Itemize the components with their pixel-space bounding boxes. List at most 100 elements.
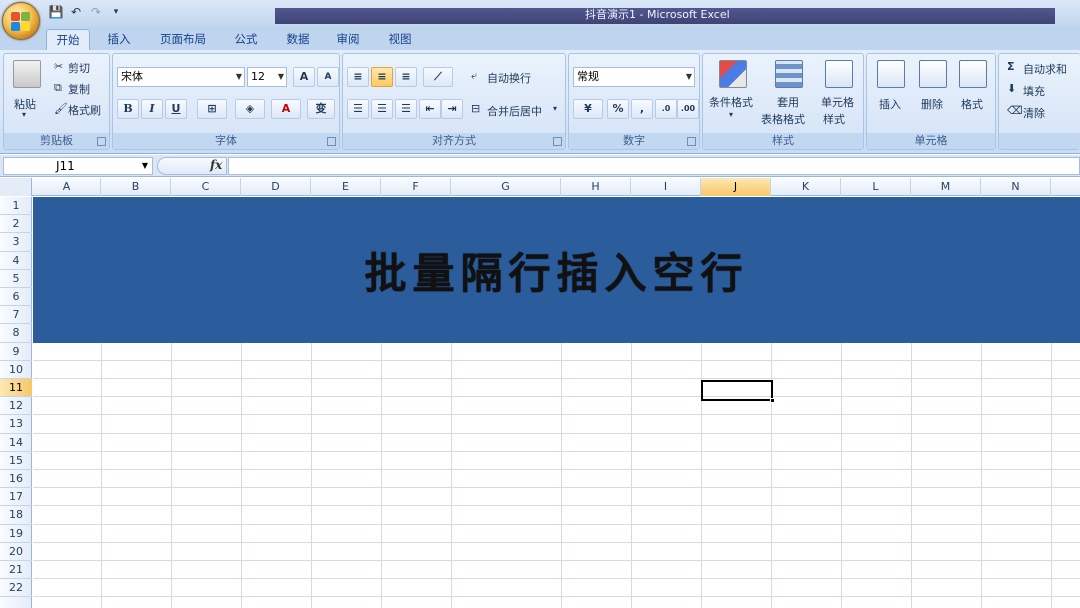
clear-button[interactable]: 清除 <box>1023 105 1045 121</box>
row-header-14[interactable]: 14 <box>0 434 32 452</box>
comma-button[interactable]: , <box>631 99 653 119</box>
tab-insert[interactable]: 插入 <box>100 29 138 50</box>
paste-dropdown-icon[interactable]: ▾ <box>22 110 26 119</box>
row-header-22[interactable]: 22 <box>0 579 32 598</box>
copy-icon[interactable]: ⧉ <box>54 81 62 95</box>
align-center-icon[interactable]: ☰ <box>371 99 393 119</box>
row-header-1[interactable]: 1 <box>0 197 32 216</box>
row-header-16[interactable]: 16 <box>0 470 32 489</box>
row-header-17[interactable]: 17 <box>0 488 32 507</box>
insert-cells-button[interactable]: 插入 <box>879 96 901 112</box>
fill-color-icon[interactable]: ◈ <box>235 99 265 119</box>
decrease-decimal-icon[interactable]: .00 <box>677 99 699 119</box>
paste-icon[interactable] <box>13 60 41 88</box>
row-header-7[interactable]: 7 <box>0 306 32 325</box>
phonetic-button[interactable]: 变 <box>307 99 335 119</box>
percent-button[interactable]: % <box>607 99 629 119</box>
column-header-n[interactable]: N <box>981 178 1051 196</box>
fill-handle[interactable] <box>770 398 775 403</box>
row-header-3[interactable]: 3 <box>0 233 32 252</box>
row-header-12[interactable]: 12 <box>0 397 32 416</box>
font-name-dropdown-icon[interactable]: ▼ <box>236 68 242 86</box>
active-cell-j11[interactable] <box>701 380 775 403</box>
delete-cells-button[interactable]: 删除 <box>921 96 943 112</box>
row-header-13[interactable]: 13 <box>0 415 32 434</box>
row-header-10[interactable]: 10 <box>0 361 32 379</box>
tab-review[interactable]: 审阅 <box>328 29 368 50</box>
shrink-font-button[interactable]: A <box>317 67 339 87</box>
column-header-l[interactable]: L <box>841 178 911 196</box>
format-cells-icon[interactable] <box>959 60 987 88</box>
column-header-h[interactable]: H <box>561 178 631 196</box>
column-header-a[interactable]: A <box>33 178 101 196</box>
number-launcher-icon[interactable] <box>687 137 696 146</box>
font-size-combo[interactable]: 12 ▼ <box>247 67 287 87</box>
row-header-20[interactable]: 20 <box>0 543 32 561</box>
increase-indent-icon[interactable]: ⇥ <box>441 99 463 119</box>
redo-icon[interactable]: ↷ <box>88 4 104 20</box>
column-header-k[interactable]: K <box>771 178 841 196</box>
bold-button[interactable]: B <box>117 99 139 119</box>
autosum-button[interactable]: 自动求和 <box>1023 61 1067 77</box>
font-size-dropdown-icon[interactable]: ▼ <box>278 68 284 86</box>
merge-center-dropdown-icon[interactable]: ▾ <box>553 104 557 113</box>
wrap-text-icon[interactable]: ⤶ <box>471 69 477 83</box>
merge-center-icon[interactable]: ⊟ <box>471 102 480 115</box>
decrease-indent-icon[interactable]: ⇤ <box>419 99 441 119</box>
clear-icon[interactable]: ⌫ <box>1007 104 1023 117</box>
office-button[interactable] <box>2 2 40 40</box>
alignment-launcher-icon[interactable] <box>553 137 562 146</box>
tab-home[interactable]: 开始 <box>46 29 90 50</box>
row-header-11[interactable]: 11 <box>0 379 32 398</box>
name-box-dropdown-icon[interactable]: ▼ <box>142 158 148 174</box>
orientation-icon[interactable]: ⟋ <box>423 67 453 87</box>
tab-data[interactable]: 数据 <box>278 29 318 50</box>
row-header-21[interactable]: 21 <box>0 561 32 580</box>
cut-button[interactable]: 剪切 <box>68 60 90 76</box>
select-all-corner[interactable] <box>0 178 32 196</box>
column-header-e[interactable]: E <box>311 178 381 196</box>
customize-qat-icon[interactable]: ▾ <box>108 4 124 20</box>
borders-icon[interactable]: ⊞ <box>197 99 227 119</box>
increase-decimal-icon[interactable]: .0 <box>655 99 677 119</box>
tab-page-layout[interactable]: 页面布局 <box>152 29 214 50</box>
align-middle-icon[interactable]: ≡ <box>371 67 393 87</box>
clipboard-launcher-icon[interactable] <box>97 137 106 146</box>
insert-cells-icon[interactable] <box>877 60 905 88</box>
column-header-c[interactable]: C <box>171 178 241 196</box>
row-header-19[interactable]: 19 <box>0 525 32 543</box>
tab-formulas[interactable]: 公式 <box>226 29 266 50</box>
cut-icon[interactable]: ✂ <box>54 60 63 73</box>
font-name-combo[interactable]: 宋体 ▼ <box>117 67 245 87</box>
worksheet-grid[interactable]: 批量隔行插入空行 <box>33 197 1080 608</box>
column-header-g[interactable]: G <box>451 178 561 196</box>
column-header-d[interactable]: D <box>241 178 311 196</box>
copy-button[interactable]: 复制 <box>68 81 90 97</box>
font-launcher-icon[interactable] <box>327 137 336 146</box>
merge-center-button[interactable]: 合并后居中 <box>487 103 542 119</box>
column-header-b[interactable]: B <box>101 178 171 196</box>
align-top-icon[interactable]: ≡ <box>347 67 369 87</box>
row-header-8[interactable]: 8 <box>0 324 32 343</box>
row-header-6[interactable]: 6 <box>0 288 32 307</box>
title-banner[interactable]: 批量隔行插入空行 <box>33 197 1080 343</box>
insert-function-icon[interactable]: fx <box>210 158 222 172</box>
delete-cells-icon[interactable] <box>919 60 947 88</box>
column-header-m[interactable]: M <box>911 178 981 196</box>
column-header-i[interactable]: I <box>631 178 701 196</box>
conditional-format-button[interactable]: 条件格式 <box>709 94 753 110</box>
number-format-combo[interactable]: 常规 ▼ <box>573 67 695 87</box>
row-header-18[interactable]: 18 <box>0 506 32 525</box>
column-header-j[interactable]: J <box>701 178 771 196</box>
cell-styles-line2[interactable]: 样式 <box>823 111 845 127</box>
row-header-5[interactable]: 5 <box>0 270 32 288</box>
format-as-table-line2[interactable]: 表格格式 <box>761 111 805 127</box>
fill-button[interactable]: 填充 <box>1023 83 1045 99</box>
format-painter-icon[interactable]: 🖌 <box>54 102 68 115</box>
accounting-format-icon[interactable]: ¥ <box>573 99 603 119</box>
row-header-9[interactable]: 9 <box>0 343 32 361</box>
format-as-table-line1[interactable]: 套用 <box>777 94 799 110</box>
cell-styles-icon[interactable] <box>825 60 853 88</box>
format-cells-button[interactable]: 格式 <box>961 96 983 112</box>
fill-icon[interactable]: ⬇ <box>1007 82 1016 95</box>
